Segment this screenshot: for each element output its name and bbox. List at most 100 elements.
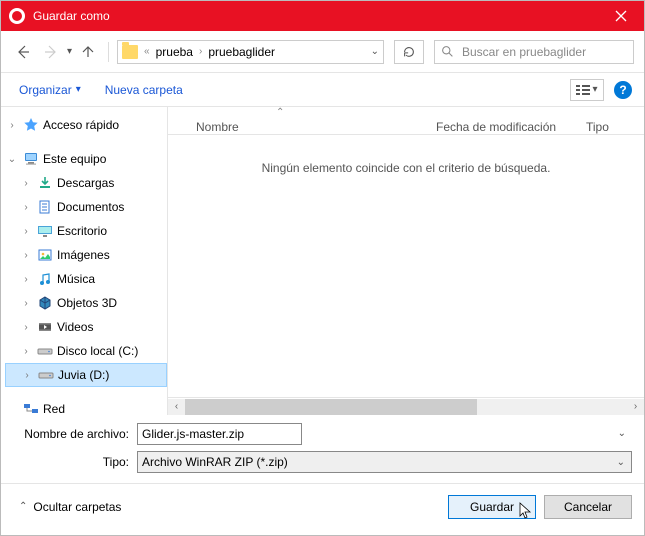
expand-icon[interactable]: › xyxy=(19,274,33,285)
forward-button[interactable] xyxy=(39,40,63,64)
new-folder-button[interactable]: Nueva carpeta xyxy=(105,83,183,97)
tree-label: Red xyxy=(43,402,65,415)
pictures-icon xyxy=(37,247,53,263)
chevron-right-icon: › xyxy=(199,46,202,57)
tree-label: Música xyxy=(57,272,95,286)
tree-label: Descargas xyxy=(57,176,114,190)
tree-item-desktop[interactable]: › Escritorio xyxy=(5,219,167,243)
cancel-button[interactable]: Cancelar xyxy=(544,495,632,519)
chevron-down-icon: ▾ xyxy=(592,84,597,95)
tree-item-videos[interactable]: › Videos xyxy=(5,315,167,339)
save-form: Nombre de archivo: ⌄ Tipo: Archivo WinRA… xyxy=(1,415,644,483)
column-headers[interactable]: Nombre Fecha de modificación Tipo xyxy=(168,107,644,135)
filetype-select[interactable]: Archivo WinRAR ZIP (*.zip) ⌄ xyxy=(137,451,632,473)
tree-item-documents[interactable]: › Documentos xyxy=(5,195,167,219)
tree-item-pictures[interactable]: › Imágenes xyxy=(5,243,167,267)
filetype-value: Archivo WinRAR ZIP (*.zip) xyxy=(142,455,288,469)
expand-icon[interactable]: › xyxy=(20,370,34,381)
view-options-button[interactable]: ▾ xyxy=(570,79,604,101)
tree-item-3d[interactable]: ›Objetos 3D xyxy=(5,291,167,315)
tree-label: Disco local (C:) xyxy=(57,344,138,358)
organize-button[interactable]: Organizar▾ xyxy=(19,83,81,97)
breadcrumb-item[interactable]: pruebaglider xyxy=(208,45,275,59)
expand-icon[interactable]: › xyxy=(19,346,33,357)
column-type[interactable]: Tipo xyxy=(586,120,636,134)
chevron-right-icon: « xyxy=(144,46,150,57)
file-list: ⌃ Nombre Fecha de modificación Tipo Ning… xyxy=(167,107,644,415)
tree-label: Documentos xyxy=(57,200,124,214)
expand-icon[interactable]: › xyxy=(19,202,33,213)
drive-icon xyxy=(37,343,53,359)
chevron-down-icon[interactable]: ⌄ xyxy=(618,428,626,439)
folder-tree[interactable]: › Acceso rápido ⌄ Este equipo › Descargas… xyxy=(1,107,167,415)
tree-label: Juvia (D:) xyxy=(58,368,109,382)
expand-icon[interactable]: › xyxy=(19,322,33,333)
scroll-thumb[interactable] xyxy=(185,399,477,415)
tree-item-network[interactable]: ›Red xyxy=(5,397,167,415)
chevron-up-icon: ⌃ xyxy=(19,501,27,512)
tree-item-downloads[interactable]: › Descargas xyxy=(5,171,167,195)
separator xyxy=(108,42,109,62)
address-bar[interactable]: « prueba › pruebaglider ⌄ xyxy=(117,40,384,64)
hide-folders-label: Ocultar carpetas xyxy=(33,500,121,514)
tree-label: Escritorio xyxy=(57,224,107,238)
tree-label: Videos xyxy=(57,320,93,334)
save-button[interactable]: Guardar xyxy=(448,495,536,519)
empty-message: Ningún elemento coincide con el criterio… xyxy=(168,161,644,175)
desktop-icon xyxy=(37,223,53,239)
hide-folders-button[interactable]: ⌃ Ocultar carpetas xyxy=(19,500,121,514)
cursor-icon xyxy=(519,502,533,520)
footer: ⌃ Ocultar carpetas Guardar Cancelar xyxy=(1,483,644,529)
scroll-left[interactable]: ‹ xyxy=(168,399,185,415)
toolbar: Organizar▾ Nueva carpeta ▾ ? xyxy=(1,73,644,107)
tree-item-juvia[interactable]: › Juvia (D:) xyxy=(5,363,167,387)
column-modified[interactable]: Fecha de modificación xyxy=(436,120,586,134)
address-dropdown[interactable]: ⌄ xyxy=(371,46,379,57)
tree-label: Imágenes xyxy=(57,248,110,262)
search-box[interactable] xyxy=(434,40,634,64)
expand-icon[interactable]: › xyxy=(5,120,19,131)
chevron-down-icon: ▾ xyxy=(76,84,81,95)
search-input[interactable] xyxy=(460,44,627,60)
tree-label: Acceso rápido xyxy=(43,118,119,132)
tree-item-music[interactable]: › Música xyxy=(5,267,167,291)
expand-icon[interactable]: › xyxy=(19,298,33,309)
up-button[interactable] xyxy=(76,40,100,64)
expand-icon[interactable]: › xyxy=(19,178,33,189)
objects3d-icon xyxy=(37,295,53,311)
window-title: Guardar como xyxy=(33,9,598,23)
tree-item-quick-access[interactable]: › Acceso rápido xyxy=(5,113,167,137)
chevron-down-icon: ⌄ xyxy=(617,457,625,468)
drive-icon xyxy=(38,367,54,383)
sort-indicator-icon: ⌃ xyxy=(276,107,284,118)
music-icon xyxy=(37,271,53,287)
horizontal-scrollbar[interactable]: ‹ › xyxy=(168,397,644,415)
save-label: Guardar xyxy=(470,500,514,514)
expand-icon[interactable]: › xyxy=(19,250,33,261)
scroll-right[interactable]: › xyxy=(627,399,644,415)
scroll-track[interactable] xyxy=(185,399,627,415)
help-button[interactable]: ? xyxy=(614,81,632,99)
tree-item-this-pc[interactable]: ⌄ Este equipo xyxy=(5,147,167,171)
expand-icon[interactable]: › xyxy=(19,226,33,237)
network-icon xyxy=(23,401,39,415)
app-icon xyxy=(9,8,25,24)
folder-icon xyxy=(122,45,138,59)
pc-icon xyxy=(23,151,39,167)
recent-locations-dropdown[interactable]: ▾ xyxy=(67,46,72,57)
collapse-icon[interactable]: ⌄ xyxy=(5,154,19,165)
back-button[interactable] xyxy=(11,40,35,64)
refresh-button[interactable] xyxy=(394,40,424,64)
nav-bar: ▾ « prueba › pruebaglider ⌄ xyxy=(1,31,644,73)
breadcrumb-item[interactable]: prueba xyxy=(156,45,193,59)
search-icon xyxy=(441,45,454,58)
view-icon xyxy=(576,84,590,96)
close-button[interactable] xyxy=(598,1,644,31)
refresh-icon xyxy=(402,45,416,59)
column-name[interactable]: Nombre xyxy=(168,120,239,134)
tree-label: Este equipo xyxy=(43,152,106,166)
filename-input[interactable] xyxy=(137,423,302,445)
titlebar: Guardar como xyxy=(1,1,644,31)
tree-item-local-disk[interactable]: › Disco local (C:) xyxy=(5,339,167,363)
documents-icon xyxy=(37,199,53,215)
